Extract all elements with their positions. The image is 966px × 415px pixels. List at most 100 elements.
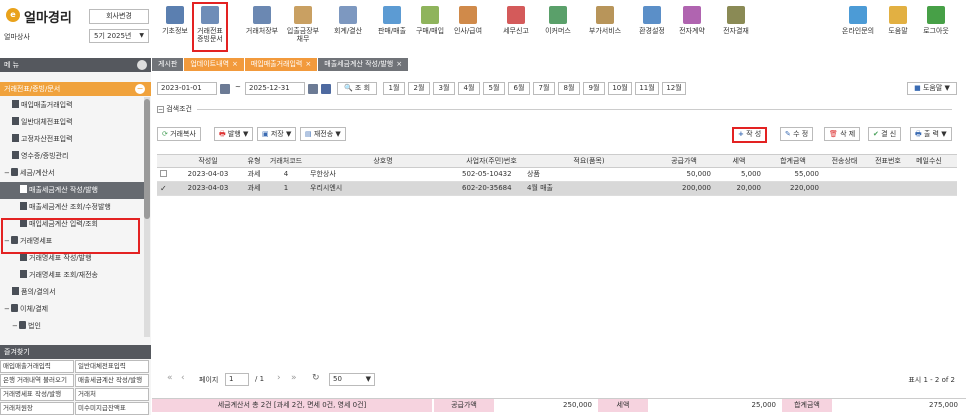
column-header[interactable]: 메일수신: [909, 155, 949, 167]
menu-item[interactable]: 매출세금계산 조회/수정발행: [0, 199, 145, 216]
month-button[interactable]: 4월: [458, 82, 480, 95]
create-button[interactable]: + 작 성: [732, 127, 768, 143]
section-header[interactable]: 거래전표/증빙/문서 −: [0, 82, 151, 96]
toolbar-button-14[interactable]: 전자결재: [718, 4, 754, 50]
column-header[interactable]: 전송상태: [822, 155, 867, 167]
month-button[interactable]: 10월: [608, 82, 632, 95]
date-from-input[interactable]: 2023-01-01: [157, 82, 217, 95]
calendar-range-icon[interactable]: [321, 84, 331, 94]
resend-button[interactable]: ▤ 재전송 ▼: [300, 127, 346, 141]
print-button[interactable]: 🖶 출 력 ▼: [910, 127, 952, 141]
toolbar-button-9[interactable]: 세무신고: [498, 4, 534, 50]
toolbar-button-2[interactable]: 거래전표 증빙문서: [192, 2, 228, 52]
expand-icon[interactable]: −: [12, 318, 19, 335]
toolbar-button-16[interactable]: 도움말: [880, 4, 916, 50]
close-icon[interactable]: ×: [232, 60, 238, 68]
month-button[interactable]: 1월: [383, 82, 405, 95]
toolbar-button-13[interactable]: 전자계약: [674, 4, 710, 50]
column-header[interactable]: 공급가액: [654, 155, 714, 167]
expand-icon[interactable]: −: [20, 335, 27, 337]
favorite-item[interactable]: 일반대체전표입력: [75, 360, 149, 373]
fiscal-year-select[interactable]: 5기 2025년 ▼: [89, 29, 149, 43]
favorite-item[interactable]: 매입매출거래입력: [0, 360, 74, 373]
month-button[interactable]: 2월: [408, 82, 430, 95]
delete-button[interactable]: 🗑 삭 제: [824, 127, 861, 141]
last-page-icon[interactable]: »: [291, 373, 297, 383]
close-icon[interactable]: ×: [305, 60, 311, 68]
month-button[interactable]: 8월: [558, 82, 580, 95]
next-page-icon[interactable]: ›: [277, 373, 281, 383]
edit-button[interactable]: ✎ 수 정: [780, 127, 814, 141]
column-header[interactable]: 합계금액: [764, 155, 822, 167]
favorite-item[interactable]: 은행 거래내역 불러오기: [0, 374, 74, 387]
menu-item[interactable]: − 세금/계산서: [0, 165, 145, 182]
tab-4[interactable]: 매출세금계산 작성/발행 ×: [318, 58, 409, 71]
favorite-item[interactable]: 거래처원장: [0, 402, 74, 415]
toolbar-button-10[interactable]: 이커머스: [540, 4, 576, 50]
expand-icon[interactable]: −: [4, 301, 11, 318]
table-row[interactable]: 2023-04-03 과세 4 무한상사 502-05-10432 상품 50,000 5,0…: [157, 168, 957, 182]
prev-page-icon[interactable]: ‹: [181, 373, 185, 383]
favorite-item[interactable]: 매출세금계산 작성/발행: [75, 374, 149, 387]
collapse-icon[interactable]: [137, 60, 147, 70]
menu-item[interactable]: 품의/결의서: [0, 284, 145, 301]
month-button[interactable]: 12월: [662, 82, 686, 95]
column-header[interactable]: 적요(품목): [524, 155, 654, 167]
save-button[interactable]: ▣ 저장 ▼: [257, 127, 297, 141]
check-icon[interactable]: ✓: [160, 185, 168, 193]
row-checkbox-cell[interactable]: ✓: [157, 182, 173, 195]
menu-item[interactable]: − 이체/결제: [0, 301, 145, 318]
column-header[interactable]: 거래처코드: [265, 155, 307, 167]
menu-item[interactable]: −국민은행(수수료 무료): [0, 335, 145, 337]
calendar-icon[interactable]: [220, 84, 230, 94]
favorite-item[interactable]: 거래처: [75, 388, 149, 401]
column-header[interactable]: 상호명: [307, 155, 459, 167]
month-button[interactable]: 9월: [583, 82, 605, 95]
month-button[interactable]: 6월: [508, 82, 530, 95]
copy-transaction-button[interactable]: ⟳ 거래복사: [157, 127, 201, 141]
expand-icon[interactable]: −: [4, 165, 11, 182]
date-to-input[interactable]: 2025-12-31: [245, 82, 305, 95]
tab-3[interactable]: 매입매출거래입력 ×: [244, 58, 318, 71]
column-header[interactable]: 사업자(주민)번호: [459, 155, 524, 167]
tab-1[interactable]: 게시판: [152, 58, 184, 71]
column-header[interactable]: 전표번호: [867, 155, 909, 167]
menu-item[interactable]: 일반대체전표입력: [0, 114, 145, 131]
column-header[interactable]: 세액: [714, 155, 764, 167]
toolbar-button-5[interactable]: 회계/결산: [330, 4, 366, 50]
search-button[interactable]: 🔍 조 회: [337, 82, 377, 95]
favorite-item[interactable]: 거래명세표 작성/발행: [0, 388, 74, 401]
first-page-icon[interactable]: «: [167, 373, 173, 383]
menu-item[interactable]: − 법인: [0, 318, 145, 335]
approve-button[interactable]: ✔ 결 신: [868, 127, 902, 141]
toolbar-button-17[interactable]: 로그아웃: [918, 4, 954, 50]
search-conditions-toggle[interactable]: − 검색조건: [157, 104, 192, 114]
toolbar-button-11[interactable]: 부가서비스: [587, 4, 623, 50]
change-company-button[interactable]: 회사변경: [89, 9, 149, 24]
issue-button[interactable]: 🖶 발행 ▼: [214, 127, 254, 141]
menu-item[interactable]: 고정자산전표입력: [0, 131, 145, 148]
toolbar-button-8[interactable]: 인사/급여: [450, 4, 486, 50]
toolbar-button-3[interactable]: 거래처장부: [244, 4, 280, 50]
column-header[interactable]: 유형: [243, 155, 265, 167]
menu-item[interactable]: 거래명세표 조회/재전송: [0, 267, 145, 284]
minus-icon[interactable]: −: [135, 84, 145, 94]
close-icon[interactable]: ×: [396, 60, 402, 68]
table-row[interactable]: ✓ 2023-04-03 과세 1 우리시엔시 602-20-35684 4월 매출 200,…: [157, 182, 957, 196]
menu-item[interactable]: 영수증/증빙관리: [0, 148, 145, 165]
column-header[interactable]: 작성일: [173, 155, 243, 167]
menu-item[interactable]: 매입매출거래입력: [0, 97, 145, 114]
toolbar-button-6[interactable]: 판매/매출: [374, 4, 410, 50]
toolbar-button-12[interactable]: 환경설정: [634, 4, 670, 50]
menu-item[interactable]: 매출세금계산 작성/발행: [0, 182, 145, 199]
toolbar-button-4[interactable]: 입출금장부 채무: [283, 4, 323, 50]
month-button[interactable]: 3월: [433, 82, 455, 95]
toolbar-button-15[interactable]: 온라인문의: [840, 4, 876, 50]
menu-scrollbar[interactable]: [144, 97, 150, 337]
page-input[interactable]: 1: [225, 373, 249, 386]
calendar-icon[interactable]: [308, 84, 318, 94]
refresh-icon[interactable]: ↻: [312, 373, 320, 383]
help-button[interactable]: ■ 도움말 ▼: [907, 82, 957, 95]
row-checkbox[interactable]: [160, 170, 167, 177]
month-button[interactable]: 7월: [533, 82, 555, 95]
